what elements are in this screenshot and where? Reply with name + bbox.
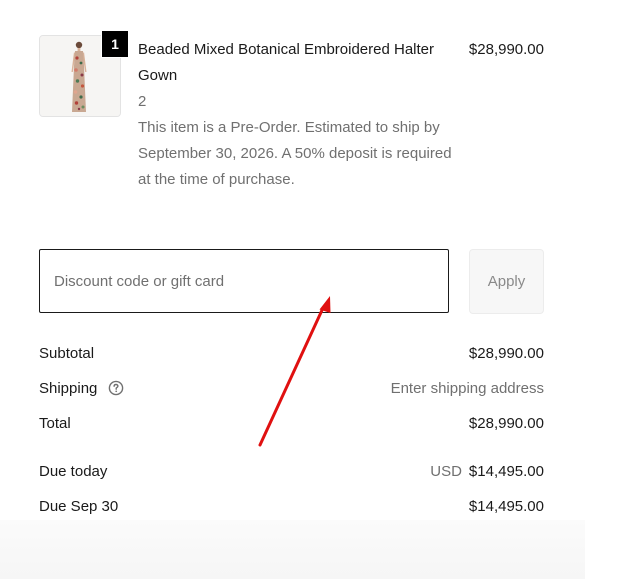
discount-code-input[interactable] bbox=[39, 249, 449, 313]
shipping-value: Enter shipping address bbox=[390, 380, 544, 397]
currency-code: USD bbox=[430, 463, 462, 480]
line-item: 1 Beaded Mixed Botanical Embroidered Hal… bbox=[39, 30, 544, 195]
product-variant: 2 bbox=[138, 93, 147, 110]
quantity-badge: 1 bbox=[101, 30, 129, 58]
due-today-value: $14,495.00 bbox=[468, 463, 544, 480]
total-value: $28,990.00 bbox=[468, 415, 544, 432]
due-today-label: Due today bbox=[39, 463, 108, 480]
shipping-label: Shipping bbox=[39, 380, 98, 397]
subtotal-value: $28,990.00 bbox=[468, 345, 544, 362]
due-later-row: Due Sep 30 $14,495.00 bbox=[39, 495, 544, 519]
subtotal-row: Subtotal $28,990.00 bbox=[39, 342, 544, 366]
due-today-row: Due today USD $14,495.00 bbox=[39, 460, 544, 484]
product-thumbnail-wrap: 1 bbox=[39, 30, 129, 117]
order-summary-page: 1 Beaded Mixed Botanical Embroidered Hal… bbox=[0, 0, 639, 579]
total-label: Total bbox=[39, 415, 71, 432]
shipping-row: Shipping Enter shipping address bbox=[39, 377, 544, 401]
question-circle-icon[interactable] bbox=[108, 380, 124, 396]
due-later-value: $14,495.00 bbox=[468, 498, 544, 515]
apply-discount-button[interactable]: Apply bbox=[469, 249, 544, 314]
line-item-price: $28,990.00 bbox=[468, 41, 544, 58]
total-row: Total $28,990.00 bbox=[39, 412, 544, 436]
subtotal-label: Subtotal bbox=[39, 345, 95, 362]
bottom-panel bbox=[0, 520, 585, 579]
due-today-amount: USD $14,495.00 bbox=[430, 460, 544, 484]
due-later-label: Due Sep 30 bbox=[39, 498, 119, 515]
shipping-label-wrap: Shipping bbox=[39, 377, 124, 401]
product-title: Beaded Mixed Botanical Embroidered Halte… bbox=[138, 41, 434, 84]
preorder-note: This item is a Pre-Order. Estimated to s… bbox=[138, 119, 452, 188]
